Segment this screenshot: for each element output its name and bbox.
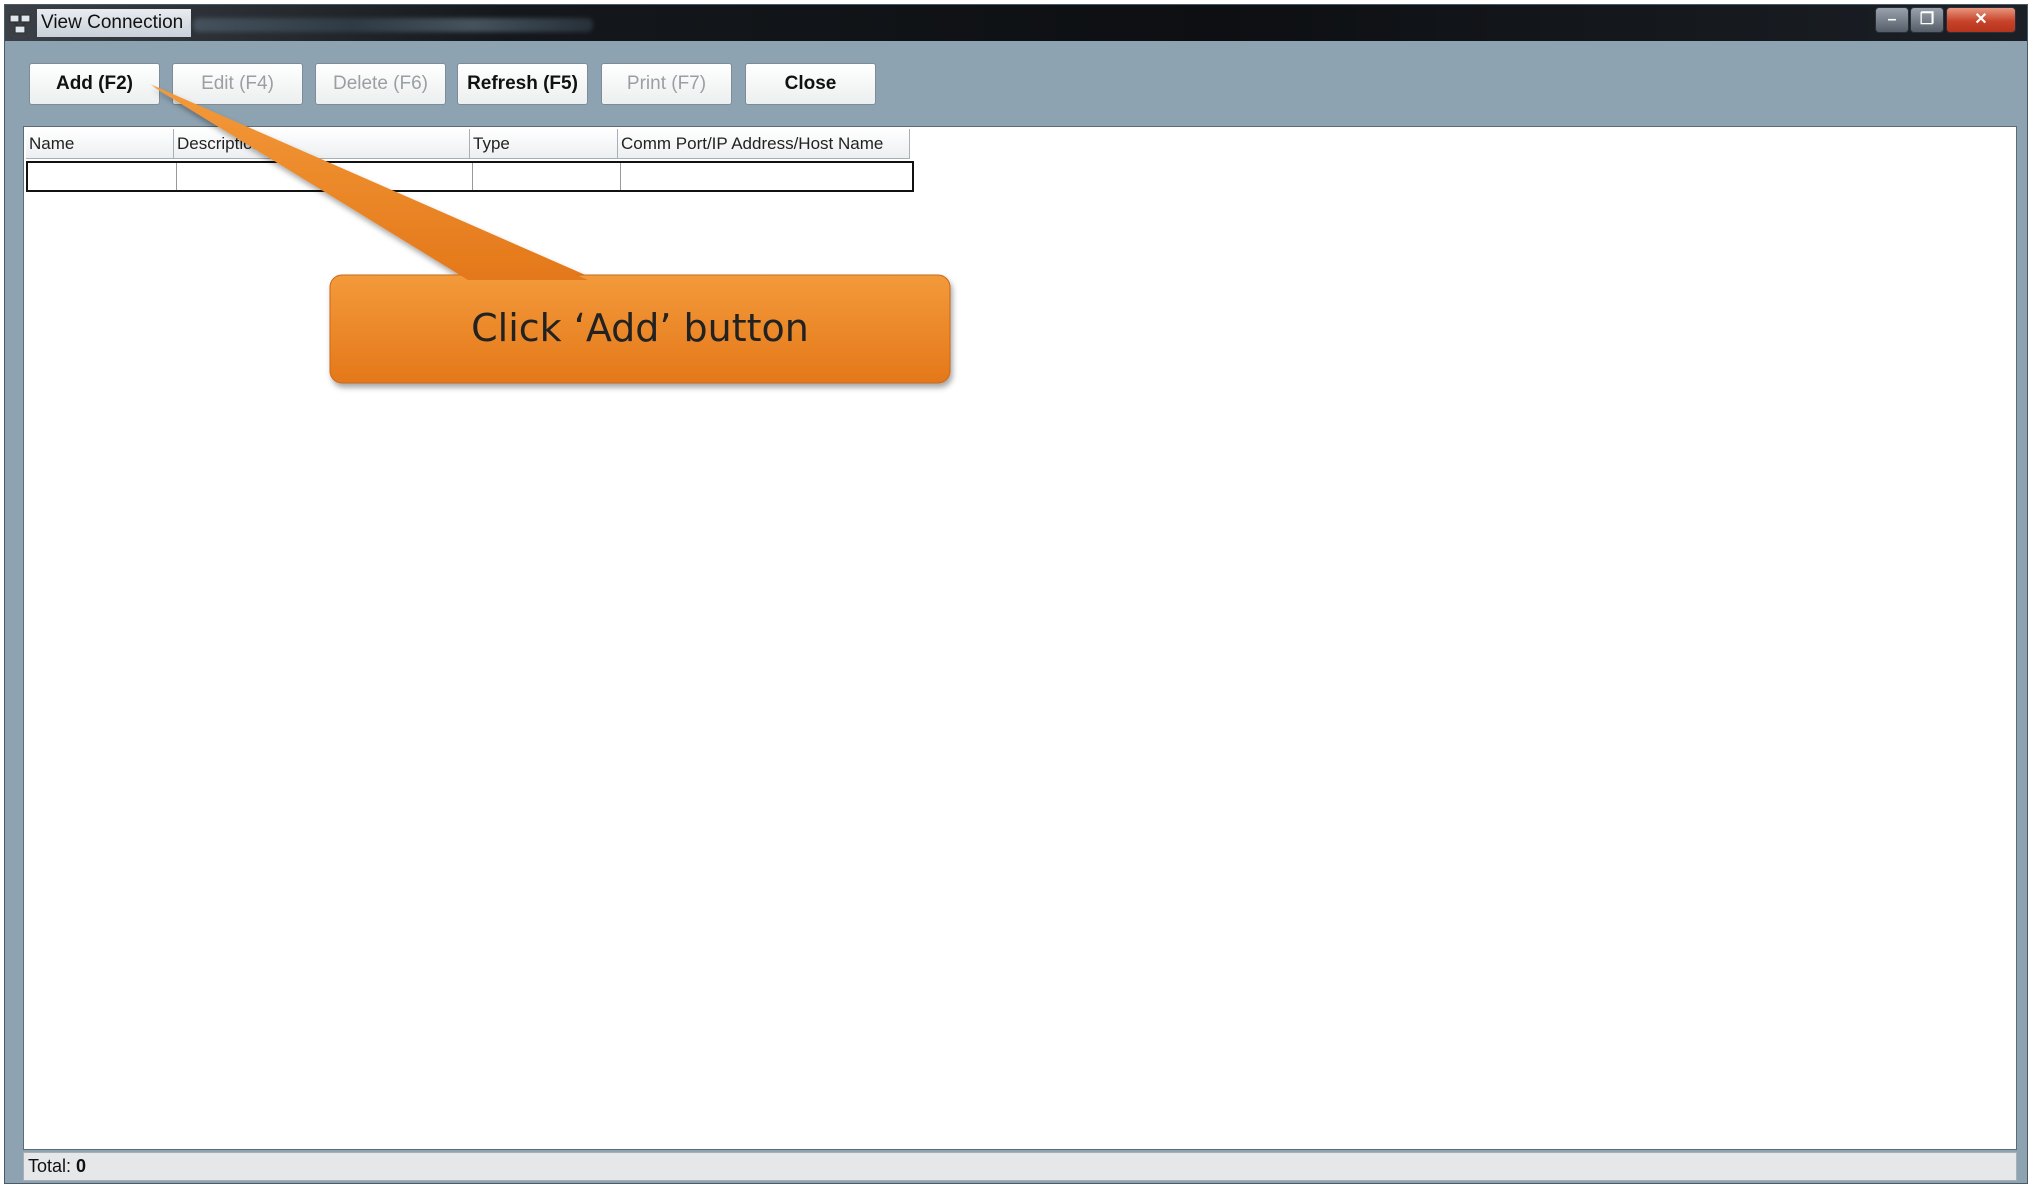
column-header[interactable]: Type [470,129,618,159]
view-connection-window: View Connection – ❐ ✕ Add (F2) Edit (F4) D… [4,4,2028,1184]
maximize-button[interactable]: ❐ [1910,7,1944,33]
close-icon: ✕ [1974,11,1988,28]
maximize-icon: ❐ [1919,11,1935,28]
close-button[interactable]: Close [745,63,876,105]
grid-cell-description[interactable] [176,163,473,190]
network-app-icon [9,14,31,34]
refresh-button[interactable]: Refresh (F5) [457,63,588,105]
column-header[interactable]: Comm Port/IP Address/Host Name [618,129,910,159]
blurred-title-suffix [193,18,593,32]
grid-cell-address[interactable] [620,163,912,190]
column-header[interactable]: Name [26,129,174,159]
total-count: 0 [76,1156,87,1176]
grid-cell-name[interactable] [28,163,177,190]
total-label: Total: [28,1156,72,1176]
table-row[interactable] [26,161,914,192]
minimize-button[interactable]: – [1875,7,1909,33]
grid-cell-type[interactable] [472,163,621,190]
add-button[interactable]: Add (F2) [29,63,160,105]
title-bar[interactable]: View Connection – ❐ ✕ [5,5,2027,41]
column-header[interactable]: Description [174,129,470,159]
edit-button[interactable]: Edit (F4) [172,63,303,105]
print-button[interactable]: Print (F7) [601,63,732,105]
minimize-icon: – [1887,11,1897,28]
delete-button[interactable]: Delete (F6) [315,63,446,105]
window-title: View Connection [37,9,192,37]
connection-grid[interactable]: Name Description Type Comm Port/IP Address/… [23,126,2017,1150]
status-bar: Total: 0 [23,1152,2017,1181]
window-close-button[interactable]: ✕ [1946,7,2016,33]
callout-text: Click ‘Add’ button [471,306,809,350]
